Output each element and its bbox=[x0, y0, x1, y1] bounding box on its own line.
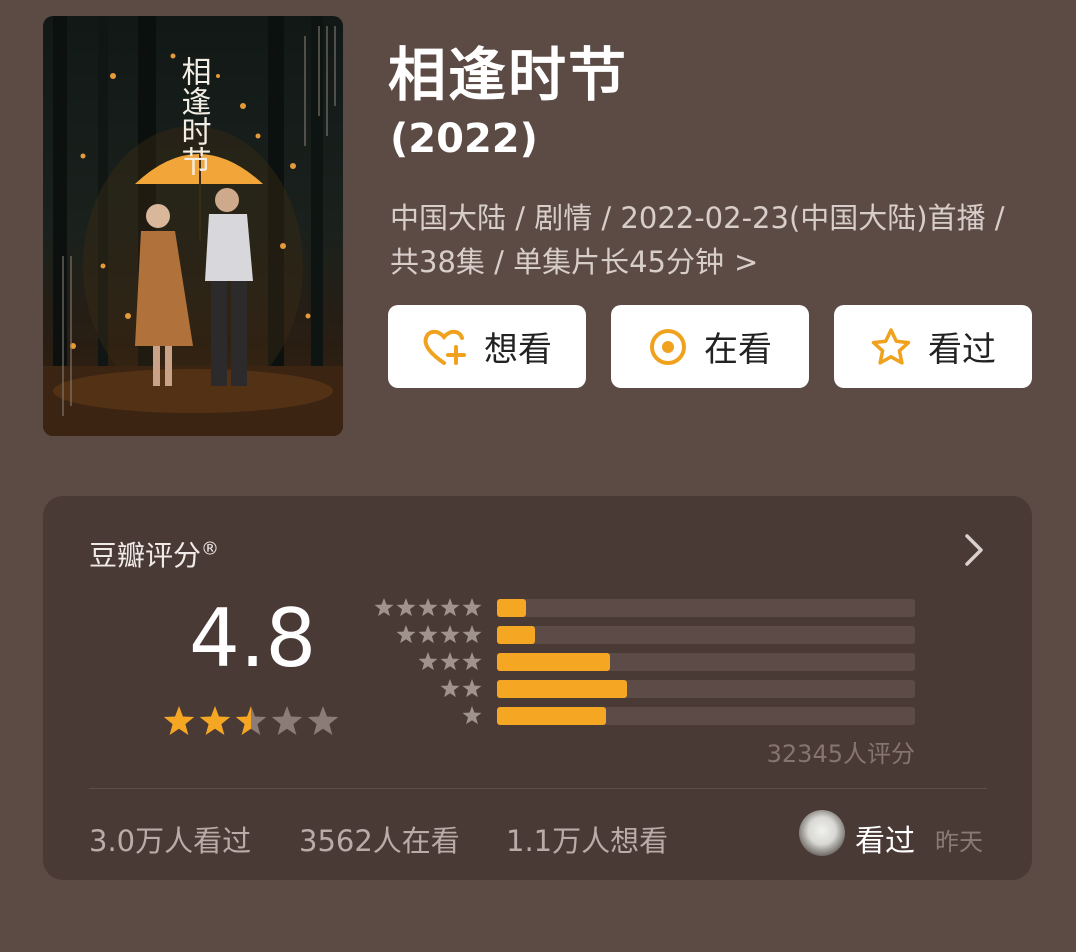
star-icon bbox=[462, 706, 482, 725]
rating-count: 32345人评分 bbox=[766, 740, 915, 768]
star-icon bbox=[440, 652, 460, 671]
star-outline-icon bbox=[871, 327, 911, 365]
star-icon bbox=[235, 706, 267, 735]
movie-meta[interactable]: 中国大陆 / 剧情 / 2022-02-23(中国大陆)首播 / 共38集 / … bbox=[390, 196, 1030, 284]
star-icon bbox=[396, 598, 416, 617]
star-icon bbox=[462, 652, 482, 671]
star-icon bbox=[271, 706, 303, 735]
rating-bar-track bbox=[497, 653, 915, 671]
rating-bar-fill bbox=[497, 599, 527, 617]
movie-year: (2022) bbox=[390, 116, 538, 162]
watching-count: 3562人在看 bbox=[299, 824, 460, 858]
movie-meta-text: 中国大陆 / 剧情 / 2022-02-23(中国大陆)首播 / 共38集 / … bbox=[390, 201, 1005, 279]
rating-bar-track bbox=[497, 626, 915, 644]
star-row-2 bbox=[440, 679, 482, 698]
want-to-watch-label: 想看 bbox=[484, 330, 552, 370]
star-icon bbox=[462, 598, 482, 617]
heart-plus-icon bbox=[423, 329, 466, 365]
movie-title: 相逢时节 bbox=[388, 41, 629, 109]
star-icon bbox=[374, 598, 394, 617]
chevron-right-icon: > bbox=[734, 245, 759, 279]
star-icon bbox=[462, 625, 482, 644]
poster-title: 相逢时节 bbox=[176, 56, 212, 176]
star-icon bbox=[440, 598, 460, 617]
watching-button[interactable]: 在看 bbox=[611, 305, 809, 388]
star-icon bbox=[418, 598, 438, 617]
divider bbox=[89, 788, 987, 789]
rating-score: 4.8 bbox=[189, 592, 317, 685]
rating-bar-track bbox=[497, 680, 915, 698]
watched-count: 3.0万人看过 bbox=[89, 824, 252, 858]
want-count: 1.1万人想看 bbox=[506, 824, 669, 858]
star-row-4 bbox=[396, 625, 482, 644]
douban-rating-panel[interactable]: 豆瓣评分® 4.8 32345人评分 3.0万人看过 3562人在看 1.1万人… bbox=[43, 496, 1032, 880]
rating-title-text: 豆瓣评分 bbox=[89, 539, 202, 572]
star-icon bbox=[199, 706, 231, 735]
registered-mark: ® bbox=[201, 538, 220, 560]
friend-time: 昨天 bbox=[935, 828, 983, 856]
star-icon bbox=[307, 706, 339, 735]
star-icon bbox=[396, 625, 416, 644]
watched-button[interactable]: 看过 bbox=[834, 305, 1032, 388]
star-icon bbox=[418, 652, 438, 671]
star-icon bbox=[418, 625, 438, 644]
rating-bar-track bbox=[497, 707, 915, 725]
want-to-watch-button[interactable]: 想看 bbox=[388, 305, 586, 388]
chevron-right-icon[interactable] bbox=[959, 530, 989, 570]
rating-bar-fill bbox=[497, 680, 627, 698]
star-icon bbox=[440, 625, 460, 644]
star-icon bbox=[163, 706, 195, 735]
movie-poster[interactable]: 相逢时节 bbox=[43, 16, 343, 436]
poster-artwork: 相逢时节 bbox=[43, 16, 343, 436]
rating-bar-track bbox=[497, 599, 915, 617]
watching-label: 在看 bbox=[704, 330, 772, 370]
friend-status: 看过 bbox=[855, 824, 915, 859]
rating-bar-fill bbox=[497, 653, 610, 671]
star-icon bbox=[462, 679, 482, 698]
rating-title: 豆瓣评分® bbox=[89, 534, 219, 574]
star-icon bbox=[440, 679, 460, 698]
target-circle-icon bbox=[650, 328, 686, 365]
avatar[interactable] bbox=[799, 810, 845, 856]
star-row-1 bbox=[462, 706, 482, 725]
rating-bar-fill bbox=[497, 626, 535, 644]
watched-label: 看过 bbox=[928, 330, 996, 370]
rating-stars bbox=[163, 706, 339, 735]
star-row-5 bbox=[374, 598, 482, 617]
star-row-3 bbox=[418, 652, 482, 671]
rating-bar-fill bbox=[497, 707, 606, 725]
